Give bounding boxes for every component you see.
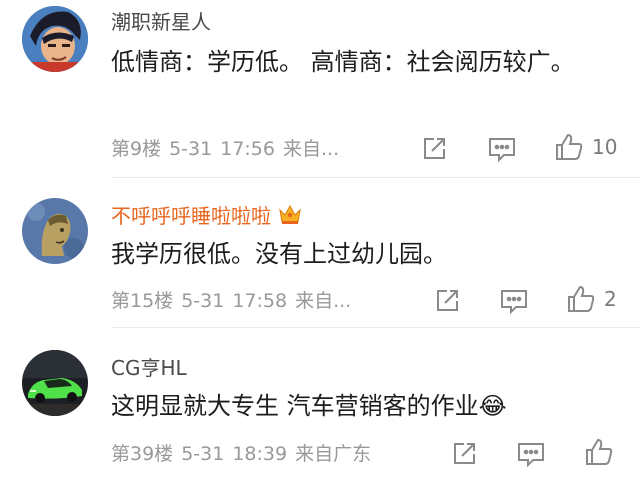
like-icon [556,133,583,160]
comment-button[interactable] [499,285,529,317]
comment-text: 这明显就大专生 汽车营销客的作业😂 [111,392,507,420]
username-text: 不呼呼呼睡啦啦啦 [111,204,271,228]
like-icon [568,285,595,312]
floor-number: 第15楼 [111,290,174,312]
comment-button[interactable] [516,438,546,470]
comment-time: 18:39 [232,443,288,465]
like-button[interactable]: 10 [554,131,617,163]
username[interactable]: CG亨HL [111,356,187,380]
comment-icon [501,290,527,315]
share-button[interactable] [420,133,448,165]
comment-time: 17:58 [232,290,288,312]
comment-source: 来自... [295,290,352,312]
comment-item: 潮职新星人 低情商：学历低。 高情商：社会阅历较广。 第9楼 5-31 17:56 来… [0,0,640,178]
comment-button[interactable] [487,133,517,165]
share-button[interactable] [433,285,461,317]
like-icon [586,438,613,465]
comment-meta: 第15楼 5-31 17:58 来自... [111,289,351,313]
vip-crown-icon [279,204,301,224]
avatar[interactable] [22,6,88,72]
share-icon [437,290,458,311]
comment-source: 来自... [282,138,340,160]
like-count: 10 [592,135,618,159]
comment-item: CG亨HL 这明显就大专生 汽车营销客的作业😂 第39楼 5-31 18:39 来自广… [0,328,640,498]
like-button[interactable]: 2 [566,283,617,315]
comment-text: 我学历很低。没有上过幼儿园。 [111,240,447,268]
comment-item: 不呼呼呼睡啦啦啦 我学历很低。没有上过幼儿园。 第15楼 5-31 17:58 来自.… [0,178,640,328]
comment-date: 5-31 [181,443,225,465]
avatar[interactable] [22,198,88,264]
share-icon [424,138,445,159]
comment-meta: 第39楼 5-31 18:39 来自广东 [111,442,371,466]
comment-date: 5-31 [169,138,213,160]
avatar[interactable] [22,350,88,416]
floor-number: 第9楼 [111,138,162,160]
comment-icon [518,443,544,468]
floor-number: 第39楼 [111,443,174,465]
comment-icon [489,138,515,163]
comment-text: 低情商：学历低。 高情商：社会阅历较广。 [111,48,575,76]
comment-meta: 第9楼 5-31 17:56 来自... [111,137,339,161]
comment-date: 5-31 [181,290,225,312]
share-icon [454,443,475,464]
share-button[interactable] [450,438,478,470]
username[interactable]: 潮职新星人 [111,10,211,34]
like-button[interactable] [584,436,622,468]
comment-source: 来自广东 [295,443,372,465]
like-count: 2 [604,287,617,311]
username[interactable]: 不呼呼呼睡啦啦啦 [111,202,303,228]
comment-time: 17:56 [220,138,275,160]
